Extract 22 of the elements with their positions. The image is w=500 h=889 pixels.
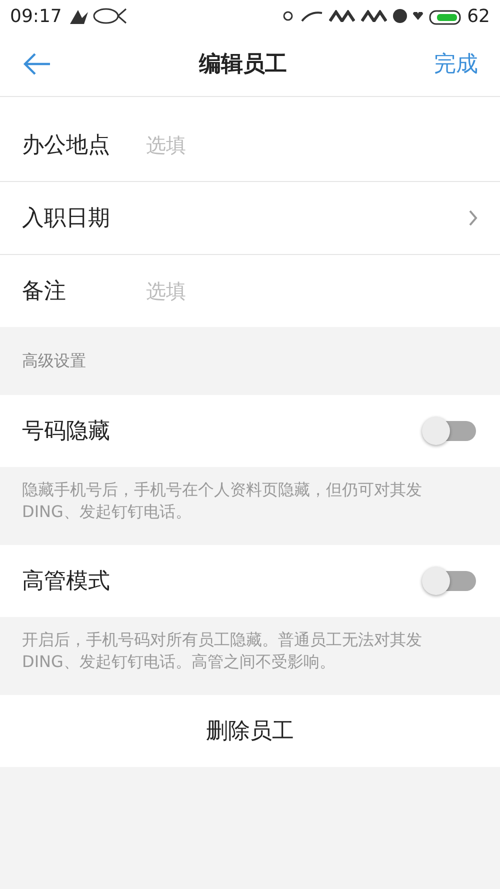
heart-icon: [413, 12, 424, 20]
page-title: 编辑员工: [199, 51, 287, 79]
toggle-switch[interactable]: [422, 567, 478, 595]
field-label: 入职日期: [22, 205, 111, 233]
section-title: 高级设置: [22, 350, 86, 372]
status-time: 09:17: [10, 6, 62, 26]
setting-label: 高管模式: [22, 568, 111, 596]
wifi-icon: [301, 10, 324, 22]
signal-icon: [329, 10, 356, 22]
setting-description: 隐藏手机号后，手机号在个人资料页隐藏，但仍可对其发DING、发起钉钉电话。: [21, 479, 423, 523]
toggle-switch[interactable]: [422, 417, 478, 445]
sun-icon: [281, 9, 296, 23]
delete-button[interactable]: 删除员工: [0, 695, 500, 767]
setting-description: 开启后，手机号码对所有员工隐藏。普通员工无法对其发DING、发起钉钉电话。高管之间不受影响。: [21, 629, 423, 673]
field-label: 备注: [22, 278, 67, 306]
hd-icon: [393, 9, 408, 23]
signal-icon: [361, 10, 388, 22]
chevron-icon[interactable]: [468, 210, 478, 226]
back-button[interactable]: [22, 52, 52, 76]
field-label: 办公地点: [22, 132, 111, 160]
battery-level: 62: [467, 6, 490, 26]
setting-label: 号码隐藏: [22, 418, 111, 446]
